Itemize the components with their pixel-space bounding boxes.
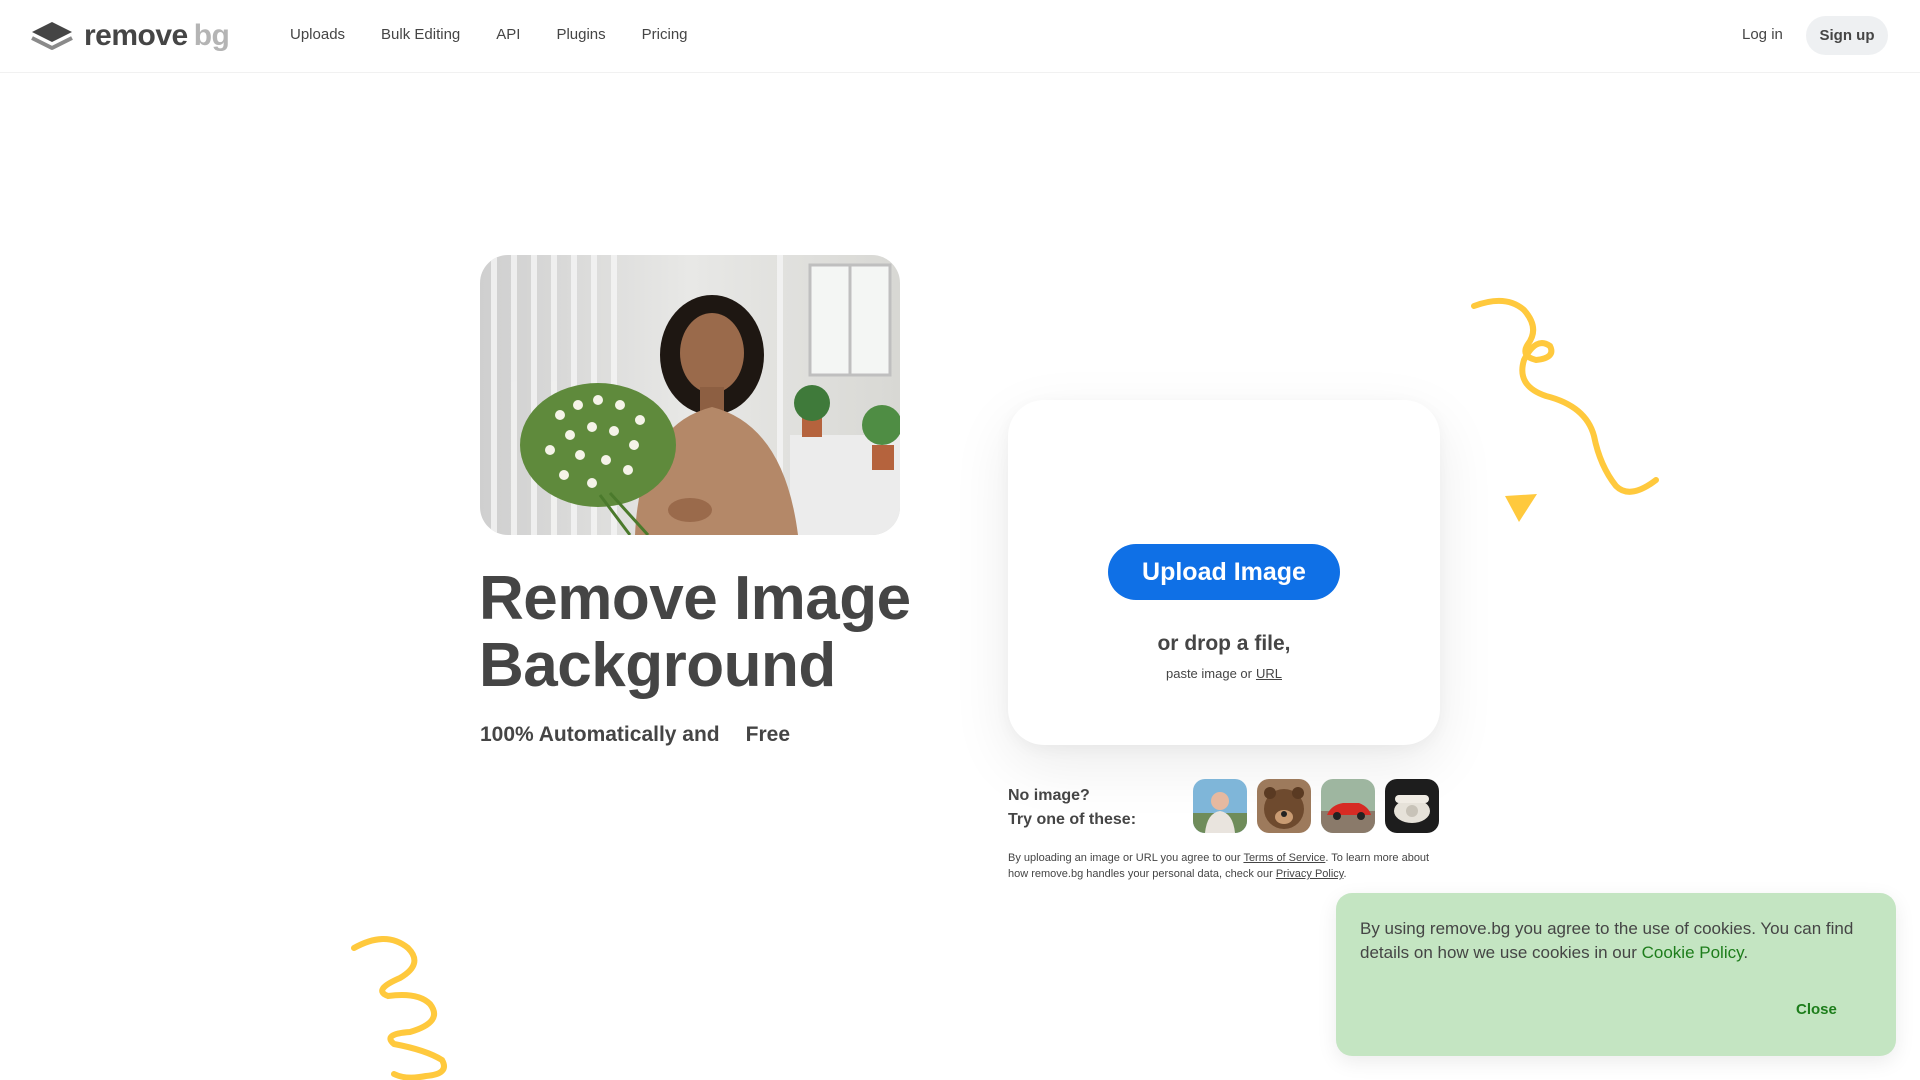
- legal-notice: By uploading an image or URL you agree t…: [1008, 850, 1448, 882]
- sample-prompt-line2: Try one of these:: [1008, 811, 1137, 828]
- cookie-message-end: .: [1743, 943, 1749, 962]
- sample-car-thumbnail[interactable]: [1321, 779, 1375, 833]
- terms-of-service-link[interactable]: Terms of Service: [1243, 852, 1325, 864]
- main-nav: Uploads Bulk Editing API Plugins Pricing: [290, 26, 724, 43]
- hero-subtitle-text: 100% Automatically and: [480, 723, 720, 746]
- paste-hint: paste image or URL: [1008, 666, 1440, 681]
- paste-hint-text: paste image or: [1165, 666, 1252, 681]
- cookie-message-text: By using remove.bg you agree to the use …: [1360, 919, 1854, 962]
- squiggle-decoration: [1471, 297, 1659, 495]
- hero-illustration: [480, 255, 900, 535]
- sample-prompt-line1: No image?: [1008, 787, 1090, 804]
- cookie-close-button[interactable]: Close: [1796, 1001, 1837, 1018]
- legal-text-1: By uploading an image or URL you agree t…: [1008, 852, 1241, 864]
- hero-subtitle: 100% Automatically and Free: [480, 718, 804, 750]
- logo[interactable]: remove bg: [30, 19, 230, 53]
- logo-word-remove: remove: [84, 19, 188, 52]
- free-badge: Free: [731, 718, 804, 750]
- signup-button[interactable]: Sign up: [1806, 16, 1888, 55]
- drop-file-text: or drop a file,: [1157, 632, 1291, 655]
- hero-title-line2: Background: [479, 631, 836, 700]
- nav-uploads[interactable]: Uploads: [290, 26, 345, 43]
- logo-wordmark: remove bg: [84, 19, 230, 53]
- login-link[interactable]: Log in: [1742, 26, 1783, 43]
- cookie-policy-link[interactable]: Cookie Policy: [1642, 943, 1744, 962]
- sample-bear-thumbnail[interactable]: [1257, 779, 1311, 833]
- top-navbar: remove bg Uploads Bulk Editing API Plugin…: [0, 0, 1920, 73]
- sample-phone-thumbnail[interactable]: [1385, 779, 1439, 833]
- layers-logo-icon: [31, 22, 73, 50]
- sample-images: [1193, 779, 1439, 833]
- url-link[interactable]: URL: [1256, 666, 1282, 681]
- legal-text-3: .: [1343, 868, 1347, 880]
- hero-photo: [480, 255, 900, 535]
- triangle-decoration: [1505, 494, 1537, 522]
- logo-word-bg: bg: [193, 19, 230, 52]
- nav-api[interactable]: API: [496, 26, 520, 43]
- free-badge-label: Free: [745, 723, 790, 746]
- nav-bulk-editing[interactable]: Bulk Editing: [381, 26, 460, 43]
- cookie-message: By using remove.bg you agree to the use …: [1360, 917, 1870, 965]
- sample-person-thumbnail[interactable]: [1193, 779, 1247, 833]
- nav-pricing[interactable]: Pricing: [642, 26, 688, 43]
- nav-plugins[interactable]: Plugins: [556, 26, 605, 43]
- upload-image-button[interactable]: Upload Image: [1108, 544, 1340, 600]
- upload-dropzone[interactable]: Upload Image or drop a file, paste image…: [1008, 400, 1440, 745]
- cookie-banner: By using remove.bg you agree to the use …: [1336, 893, 1896, 1056]
- spiral-decoration: [351, 936, 447, 1080]
- privacy-policy-link[interactable]: Privacy Policy: [1276, 868, 1344, 880]
- hero-title-line1: Remove Image: [479, 564, 911, 633]
- sample-prompt: No image? Try one of these:: [1008, 784, 1136, 832]
- hero-title: Remove Image Background: [479, 565, 999, 699]
